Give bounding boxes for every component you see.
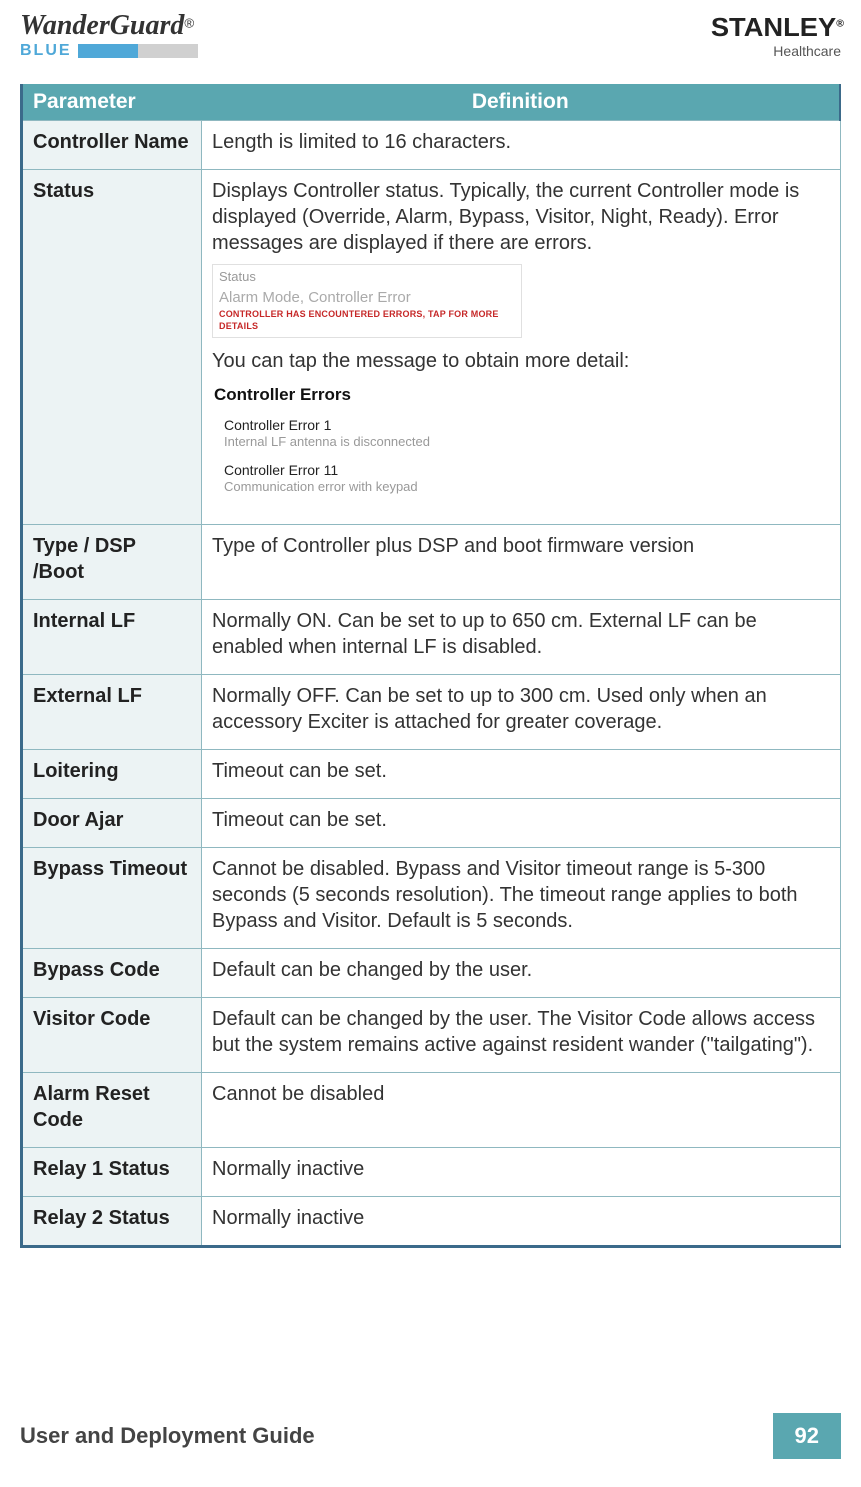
- table-row: Internal LFNormally ON. Can be set to up…: [22, 600, 841, 675]
- definition-cell: Cannot be disabled. Bypass and Visitor t…: [202, 848, 841, 949]
- definition-cell: Displays Controller status. Typically, t…: [202, 170, 841, 525]
- table-row: Bypass TimeoutCannot be disabled. Bypass…: [22, 848, 841, 949]
- table-row: Relay 1 StatusNormally inactive: [22, 1148, 841, 1197]
- logo-wanderguard: WanderGuard® BLUE: [20, 12, 198, 60]
- error-title: Controller Error 11: [224, 461, 520, 479]
- definition-cell: Normally inactive: [202, 1197, 841, 1247]
- definition-cell: Normally inactive: [202, 1148, 841, 1197]
- status-description-mid: You can tap the message to obtain more d…: [212, 348, 830, 374]
- table-row: Relay 2 StatusNormally inactive: [22, 1197, 841, 1247]
- definition-cell: Timeout can be set.: [202, 750, 841, 799]
- error-detail: Communication error with keypad: [224, 479, 520, 496]
- table-row: Alarm Reset CodeCannot be disabled: [22, 1073, 841, 1148]
- table-row: Visitor CodeDefault can be changed by th…: [22, 998, 841, 1073]
- param-cell: Visitor Code: [22, 998, 202, 1073]
- param-cell: Controller Name: [22, 121, 202, 170]
- param-cell: External LF: [22, 675, 202, 750]
- param-cell: Alarm Reset Code: [22, 1073, 202, 1148]
- logo-stanley: STANLEY® Healthcare: [714, 12, 841, 59]
- brand-tm: ®: [836, 18, 844, 29]
- param-cell: Internal LF: [22, 600, 202, 675]
- footer-title: User and Deployment Guide: [20, 1423, 315, 1449]
- status-widget: Status Alarm Mode, Controller ErrorCONTRO…: [212, 264, 522, 338]
- definition-cell: Timeout can be set.: [202, 799, 841, 848]
- table-header-row: Parameter Definition: [22, 84, 841, 121]
- table-row: Door AjarTimeout can be set.: [22, 799, 841, 848]
- status-label: Status: [219, 269, 515, 286]
- table-row: Controller NameLength is limited to 16 c…: [22, 121, 841, 170]
- error-detail: Internal LF antenna is disconnected: [224, 434, 520, 451]
- brand-text: STANLEY: [711, 12, 836, 42]
- definition-cell: Normally OFF. Can be set to up to 300 cm…: [202, 675, 841, 750]
- error-item: Controller Error 11Communication error w…: [224, 461, 520, 496]
- definition-cell: Normally ON. Can be set to up to 650 cm.…: [202, 600, 841, 675]
- header-parameter: Parameter: [22, 84, 202, 121]
- param-cell: Bypass Code: [22, 949, 202, 998]
- param-cell: Loitering: [22, 750, 202, 799]
- status-mode: Alarm Mode, Controller Error: [219, 288, 515, 308]
- logo-registered: ®: [184, 16, 194, 31]
- table-row: LoiteringTimeout can be set.: [22, 750, 841, 799]
- logo-bar-icon: [78, 44, 198, 58]
- table-row: StatusDisplays Controller status. Typica…: [22, 170, 841, 525]
- definition-cell: Length is limited to 16 characters.: [202, 121, 841, 170]
- page-number: 92: [773, 1413, 841, 1459]
- parameters-table: Parameter Definition Controller NameLeng…: [20, 84, 841, 1248]
- param-cell: Relay 2 Status: [22, 1197, 202, 1247]
- definition-cell: Default can be changed by the user.: [202, 949, 841, 998]
- logo-main-text: WanderGuard: [20, 10, 184, 41]
- status-error-line: CONTROLLER HAS ENCOUNTERED ERRORS, TAP F…: [219, 309, 515, 332]
- page-footer: User and Deployment Guide 92: [20, 1413, 841, 1459]
- errors-title: Controller Errors: [214, 384, 520, 406]
- controller-errors-widget: Controller Errors Controller Error 1Inter…: [212, 380, 522, 510]
- definition-cell: Cannot be disabled: [202, 1073, 841, 1148]
- table-row: Bypass CodeDefault can be changed by the…: [22, 949, 841, 998]
- param-cell: Status: [22, 170, 202, 525]
- status-description-pre: Displays Controller status. Typically, t…: [212, 178, 830, 256]
- definition-cell: Type of Controller plus DSP and boot fir…: [202, 525, 841, 600]
- param-cell: Bypass Timeout: [22, 848, 202, 949]
- param-cell: Type / DSP /Boot: [22, 525, 202, 600]
- param-cell: Relay 1 Status: [22, 1148, 202, 1197]
- param-cell: Door Ajar: [22, 799, 202, 848]
- table-row: External LFNormally OFF. Can be set to u…: [22, 675, 841, 750]
- error-title: Controller Error 1: [224, 416, 520, 434]
- header-definition: Definition: [202, 84, 841, 121]
- definition-cell: Default can be changed by the user. The …: [202, 998, 841, 1073]
- brand-sub-text: Healthcare: [714, 43, 841, 59]
- logo-sub-text: BLUE: [20, 42, 72, 60]
- page-header: WanderGuard® BLUE STANLEY® Healthcare: [20, 12, 841, 60]
- table-row: Type / DSP /BootType of Controller plus …: [22, 525, 841, 600]
- error-item: Controller Error 1Internal LF antenna is…: [224, 416, 520, 451]
